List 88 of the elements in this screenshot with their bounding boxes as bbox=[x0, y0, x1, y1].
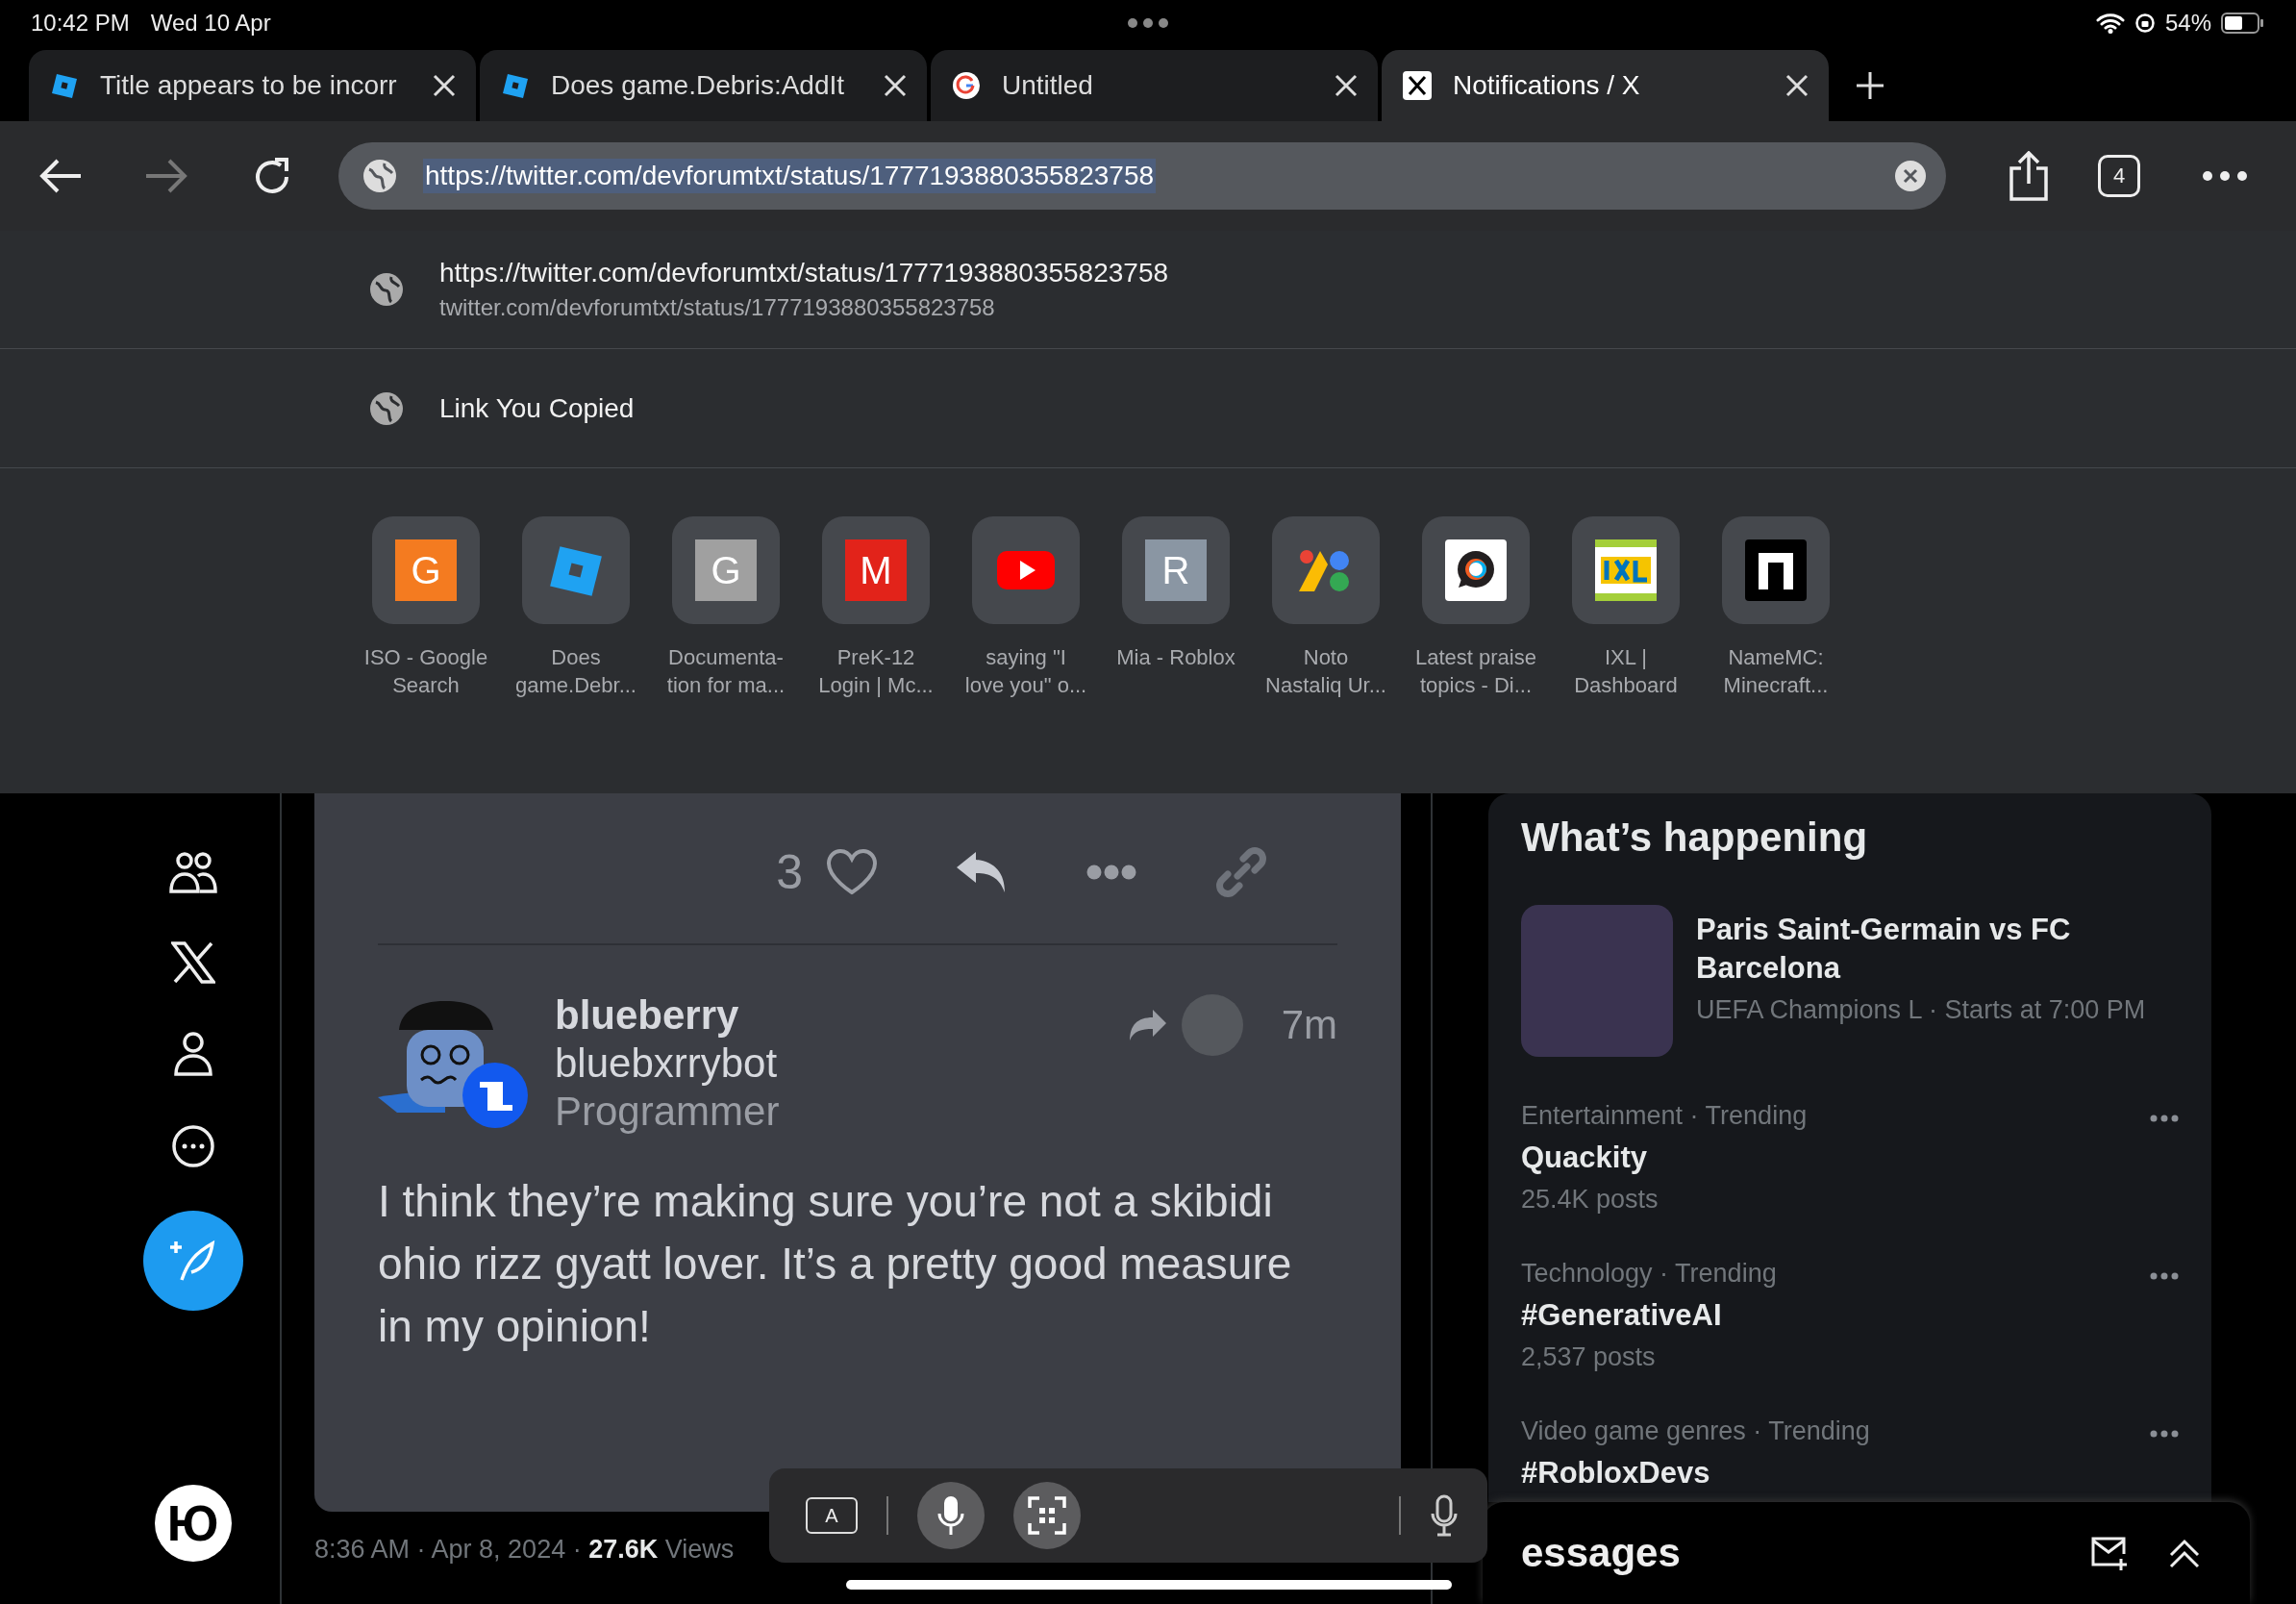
close-tab-icon[interactable] bbox=[883, 73, 908, 98]
shortcut-label: Does game.Debr... bbox=[514, 644, 637, 699]
more-icon[interactable] bbox=[2202, 170, 2248, 182]
scan-icon bbox=[1028, 1496, 1066, 1535]
x-logo-icon[interactable] bbox=[170, 941, 215, 984]
panel-title: What’s happening bbox=[1521, 815, 1869, 861]
shortcut-label: ISO - Google Search bbox=[362, 644, 489, 699]
heart-icon[interactable] bbox=[826, 849, 878, 895]
share-icon[interactable] bbox=[2008, 151, 2050, 201]
browser-tab[interactable]: Notifications / X bbox=[1382, 50, 1829, 121]
user-role: Programmer bbox=[555, 1088, 780, 1136]
battery-icon bbox=[2221, 13, 2265, 34]
speech-bubble-logo-icon bbox=[1445, 539, 1507, 601]
more-dots-icon[interactable] bbox=[2150, 1272, 2179, 1280]
browser-tab[interactable]: Title appears to be incorr bbox=[29, 50, 476, 121]
forward-arrow-icon[interactable] bbox=[144, 157, 188, 195]
favorite-shortcut[interactable]: IXL | Dashboard bbox=[1551, 516, 1701, 699]
trend-item[interactable]: Entertainment · Trending Quackity 25.4K posts bbox=[1521, 1101, 2179, 1215]
favorite-shortcut[interactable]: NameMC: Minecraft... bbox=[1701, 516, 1851, 699]
close-tab-icon[interactable] bbox=[1334, 73, 1359, 98]
roblox-logo-icon bbox=[50, 71, 79, 100]
roblox-logo-icon bbox=[501, 71, 530, 100]
shortcut-label: Noto Nastaliq Ur... bbox=[1264, 644, 1387, 699]
address-field[interactable]: https://twitter.com/devforumtxt/status/1777193880355823758 bbox=[338, 142, 1946, 210]
globe-icon bbox=[368, 271, 405, 308]
favorite-shortcut[interactable]: M PreK-12 Login | Mc... bbox=[801, 516, 951, 699]
browser-tab[interactable]: Untitled bbox=[931, 50, 1378, 121]
like-count: 3 bbox=[776, 844, 803, 900]
more-dots-icon[interactable] bbox=[1086, 864, 1137, 881]
back-arrow-icon[interactable] bbox=[38, 157, 83, 195]
trend-item[interactable]: Technology · Trending #GenerativeAI 2,537 posts bbox=[1521, 1259, 2179, 1372]
favorite-shortcut[interactable]: Noto Nastaliq Ur... bbox=[1251, 516, 1401, 699]
shortcut-label: Latest praise topics - Di... bbox=[1414, 644, 1537, 699]
microphone-icon bbox=[936, 1494, 965, 1537]
reply-to-arrow-icon bbox=[1127, 1008, 1168, 1042]
status-time: 10:42 PM bbox=[31, 10, 130, 37]
more-circle-icon[interactable] bbox=[170, 1124, 215, 1168]
shortcut-label: IXL | Dashboard bbox=[1573, 644, 1679, 699]
rotation-lock-icon bbox=[2134, 13, 2156, 34]
site-initial-icon: M bbox=[845, 539, 907, 601]
people-icon[interactable] bbox=[167, 851, 218, 893]
close-tab-icon[interactable] bbox=[1784, 73, 1809, 98]
wifi-icon bbox=[2095, 13, 2125, 34]
multitask-dots-icon[interactable] bbox=[1127, 17, 1169, 29]
favorite-shortcut[interactable]: G Documenta- tion for ma... bbox=[651, 516, 801, 699]
username[interactable]: bluebxrrybot bbox=[555, 1040, 780, 1088]
display-name[interactable]: blueberry bbox=[555, 991, 780, 1040]
post-metadata: 8:36 AM · Apr 8, 2024 · 27.6K Views bbox=[314, 1535, 736, 1565]
favorite-shortcut[interactable]: Does game.Debr... bbox=[501, 516, 651, 699]
new-tab-icon[interactable] bbox=[1854, 69, 1886, 102]
globe-icon bbox=[362, 158, 398, 194]
shortcut-label: Mia - Roblox bbox=[1115, 644, 1236, 671]
more-dots-icon[interactable] bbox=[2150, 1115, 2179, 1122]
status-date: Wed 10 Apr bbox=[150, 10, 271, 37]
site-initial-icon: G bbox=[395, 539, 457, 601]
messages-drawer[interactable]: essages bbox=[1483, 1502, 2250, 1604]
site-initial-icon: G bbox=[695, 539, 757, 601]
microphone-icon[interactable] bbox=[1430, 1494, 1459, 1537]
new-message-icon[interactable] bbox=[2090, 1536, 2129, 1570]
suggestion-item[interactable]: https://twitter.com/devforumtxt/status/1777193880355823758 twitter.com/devforumtxt/status/1777193880355823758 bbox=[0, 231, 2296, 349]
x-logo-icon bbox=[1403, 71, 1432, 100]
more-dots-icon[interactable] bbox=[2150, 1430, 2179, 1438]
shortcut-label: PreK-12 Login | Mc... bbox=[817, 644, 935, 699]
battery-percent: 54% bbox=[2164, 10, 2211, 37]
event-item[interactable]: Paris Saint-Germain vs FC Barcelona UEFA Champions L · Starts at 7:00 PM bbox=[1521, 905, 2179, 1057]
suggestion-item[interactable]: Link You Copied bbox=[0, 349, 2296, 468]
browser-tab[interactable]: Does game.Debris:AddIt bbox=[480, 50, 927, 121]
text-format-key[interactable]: A bbox=[806, 1497, 858, 1534]
shortcut-label: Documenta- tion for ma... bbox=[665, 644, 786, 699]
post-text: I think they’re making sure you’re not a skibidi ohio rizz gyatt lover. It’s a pretty good measure in my opinion! bbox=[378, 1175, 1293, 1353]
app-logo[interactable]: Ю bbox=[154, 1485, 232, 1562]
favorite-shortcut[interactable]: G ISO - Google Search bbox=[351, 516, 501, 699]
favorite-shortcut[interactable]: saying "I love you" o... bbox=[951, 516, 1101, 699]
google-logo-icon bbox=[952, 71, 981, 100]
shortcut-label: NameMC: Minecraft... bbox=[1722, 644, 1830, 699]
namemc-logo-icon bbox=[1745, 539, 1807, 601]
close-tab-icon[interactable] bbox=[432, 73, 457, 98]
site-initial-icon: R bbox=[1145, 539, 1207, 601]
trend-item[interactable]: Video game genres · Trending #RobloxDevs bbox=[1521, 1416, 2179, 1491]
profile-icon[interactable] bbox=[173, 1032, 212, 1076]
shortcut-label: saying "I love you" o... bbox=[963, 644, 1088, 699]
favorite-shortcut[interactable]: Latest praise topics - Di... bbox=[1401, 516, 1551, 699]
tab-count-button[interactable]: 4 bbox=[2098, 155, 2140, 197]
post-time: 7m bbox=[1281, 1002, 1337, 1048]
favorite-shortcut[interactable]: R Mia - Roblox bbox=[1101, 516, 1251, 699]
ixl-logo-icon bbox=[1595, 539, 1657, 601]
globe-icon bbox=[368, 389, 405, 427]
clear-icon[interactable] bbox=[1894, 160, 1927, 192]
